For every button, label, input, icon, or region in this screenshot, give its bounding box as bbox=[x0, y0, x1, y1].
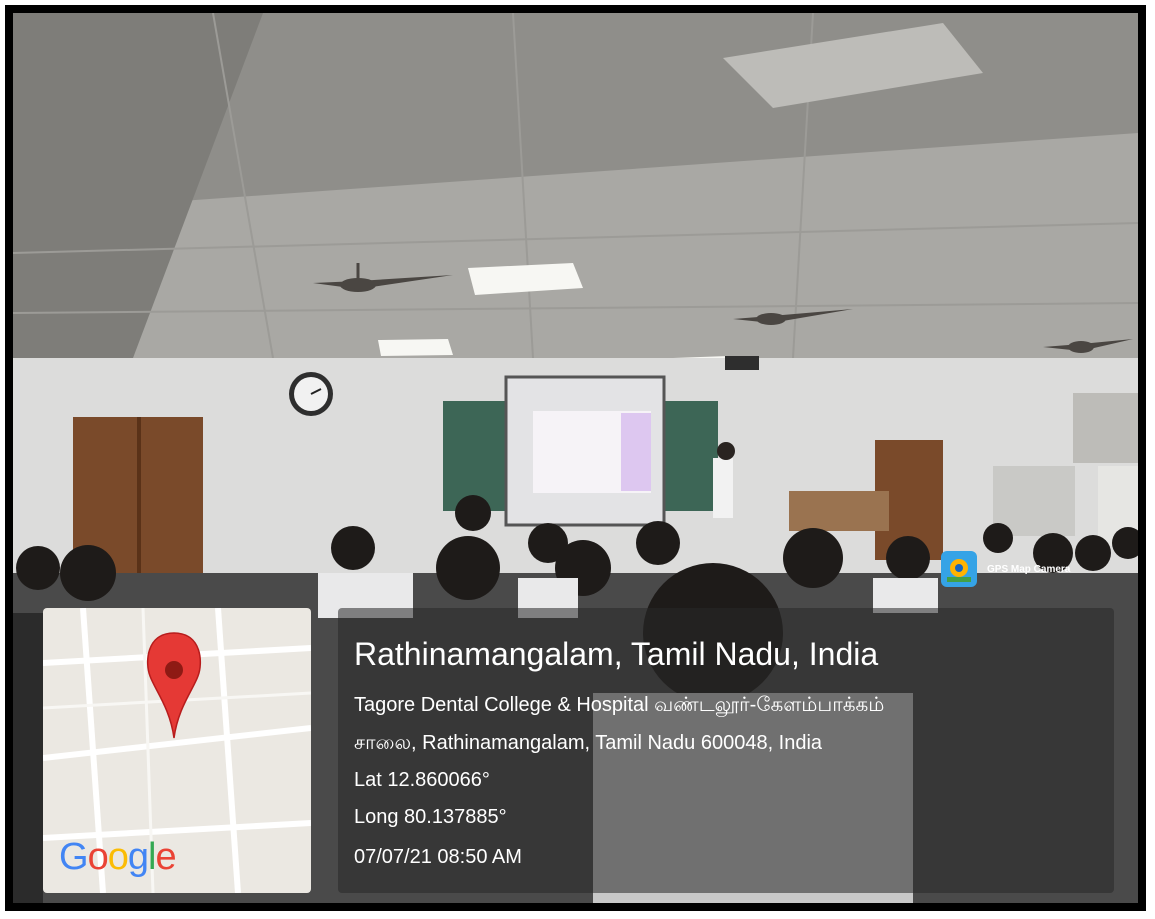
location-info-panel: Rathinamangalam, Tamil Nadu, India Tagor… bbox=[338, 608, 1114, 893]
gps-map-camera-icon bbox=[941, 551, 977, 587]
map-pin-icon bbox=[147, 632, 201, 739]
google-logo: Google bbox=[59, 836, 177, 878]
address-line-1: Tagore Dental College & Hospital வண்டலூர… bbox=[354, 694, 885, 716]
classroom-photo: Google Rathinamangalam, Tamil Nadu, Indi… bbox=[13, 13, 1138, 903]
timestamp: 07/07/21 08:50 AM bbox=[354, 846, 522, 868]
photo-frame: Google Rathinamangalam, Tamil Nadu, Indi… bbox=[5, 5, 1146, 911]
map-thumbnail[interactable]: Google bbox=[43, 608, 311, 893]
longitude: Long 80.137885° bbox=[354, 806, 507, 828]
gps-map-camera-badge: GPS Map Camera bbox=[941, 551, 1070, 587]
latitude: Lat 12.860066° bbox=[354, 769, 490, 791]
location-title: Rathinamangalam, Tamil Nadu, India bbox=[354, 636, 879, 672]
badge-label: GPS Map Camera bbox=[987, 563, 1071, 575]
address-line-2: சாலை, Rathinamangalam, Tamil Nadu 600048… bbox=[354, 732, 823, 754]
